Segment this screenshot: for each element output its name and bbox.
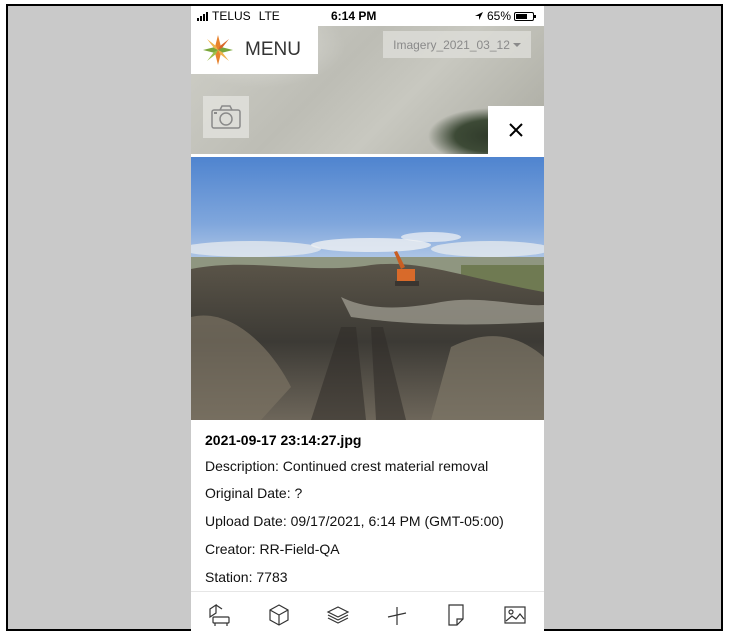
phone-screen: TELUS LTE 6:14 PM 65% MENU Imagery_2021_…	[191, 6, 544, 637]
close-icon	[509, 123, 523, 137]
cube-icon	[269, 604, 289, 626]
imagery-select[interactable]: Imagery_2021_03_12	[383, 31, 531, 58]
photos-button[interactable]	[500, 600, 530, 630]
signal-icon	[197, 11, 208, 21]
camera-button[interactable]	[203, 96, 249, 138]
survey-icon	[209, 603, 231, 626]
imagery-select-value: Imagery_2021_03_12	[393, 37, 510, 52]
layers-button[interactable]	[323, 600, 353, 630]
logo-icon	[203, 35, 233, 65]
photo-creator: Creator: RR-Field-QA	[205, 541, 340, 557]
photo-filename: 2021-09-17 23:14:27.jpg	[205, 432, 362, 448]
status-bar: TELUS LTE 6:14 PM 65%	[191, 6, 544, 26]
menu-label: MENU	[245, 39, 301, 60]
location-arrow-icon	[474, 12, 483, 20]
3d-view-button[interactable]	[264, 600, 294, 630]
close-button[interactable]	[488, 106, 544, 154]
photo-info-panel: 2021-09-17 23:14:27.jpg Description: Con…	[191, 420, 544, 592]
document-icon	[448, 604, 464, 626]
chevron-down-icon	[512, 42, 521, 47]
network-type: LTE	[258, 9, 280, 23]
carrier-name: TELUS	[212, 9, 251, 23]
status-time: 6:14 PM	[331, 9, 377, 23]
survey-button[interactable]	[205, 600, 235, 630]
photo-upload-date: Upload Date: 09/17/2021, 6:14 PM (GMT-05…	[205, 513, 504, 529]
bottom-toolbar	[191, 591, 544, 637]
menu-button[interactable]: MENU	[191, 26, 318, 74]
layers-icon	[326, 606, 350, 624]
carrier-group: TELUS LTE	[197, 9, 280, 23]
site-photo-image	[191, 157, 544, 420]
site-photo[interactable]	[191, 157, 544, 420]
photo-original-date: Original Date: ?	[205, 485, 303, 501]
battery-percent: 65%	[486, 9, 511, 23]
image-icon	[503, 606, 526, 624]
map-view[interactable]: MENU Imagery_2021_03_12	[191, 26, 544, 154]
camera-icon	[211, 105, 241, 129]
photo-station: Station: 7783	[205, 569, 288, 585]
measure-icon	[387, 607, 407, 625]
battery-icon	[514, 11, 536, 21]
notes-button[interactable]	[441, 600, 471, 630]
battery-group: 65%	[474, 9, 536, 23]
photo-description: Description: Continued crest material re…	[205, 458, 489, 474]
measure-button[interactable]	[382, 600, 412, 630]
